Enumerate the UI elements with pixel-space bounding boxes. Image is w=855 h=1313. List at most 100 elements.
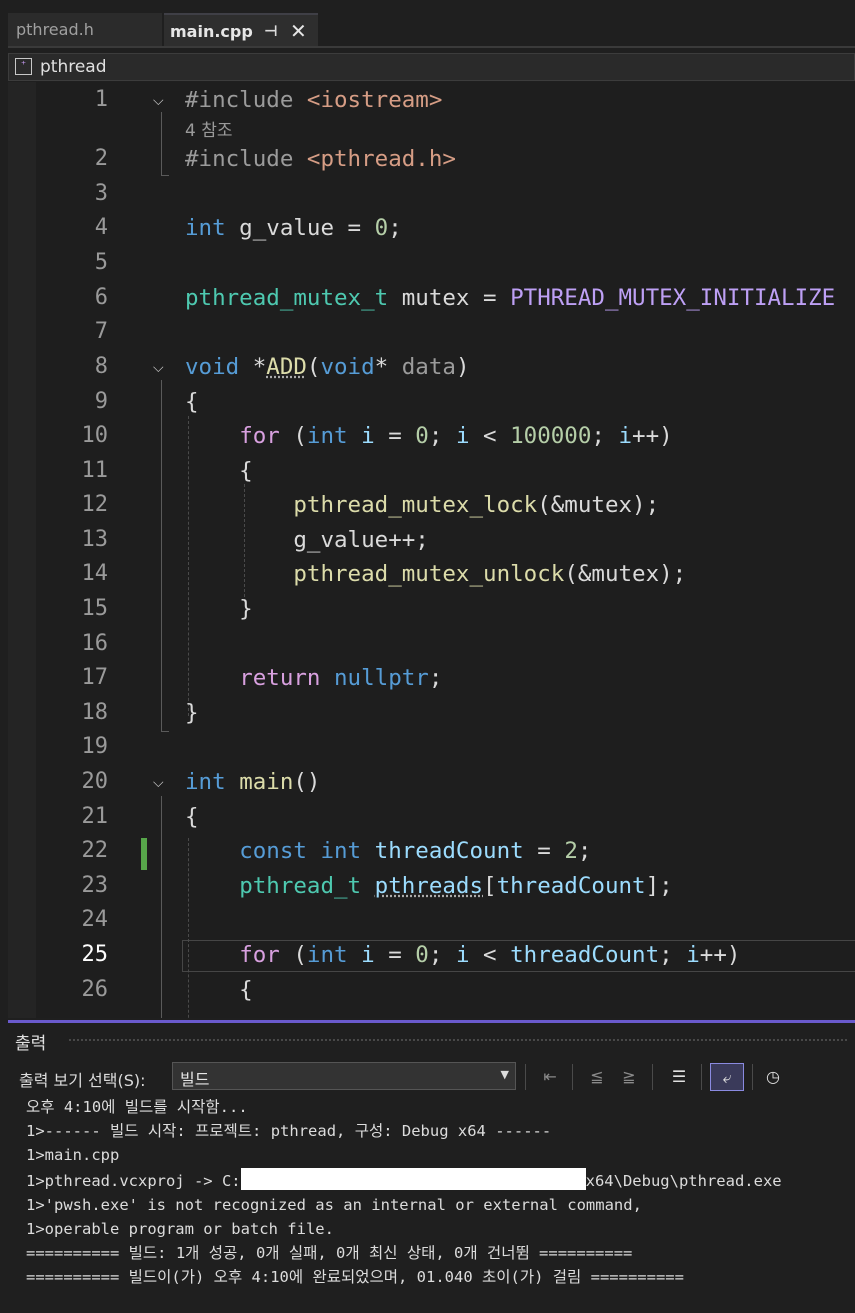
code-line-24[interactable]: 24	[8, 903, 855, 937]
code-line-5[interactable]: 5	[8, 246, 855, 280]
code-line-13[interactable]: 13 g_value++;	[8, 523, 855, 557]
code-text: pthread_mutex_lock(&mutex);	[293, 492, 660, 518]
history-icon[interactable]: ◷	[759, 1063, 787, 1091]
code-text: for (int i = 0; i < 100000; i++)	[239, 423, 673, 449]
line-number: 20	[81, 769, 109, 794]
code-text: return nullptr;	[239, 665, 443, 691]
line-number: 22	[81, 838, 109, 863]
output-source-select[interactable]: 빌드 ▼	[172, 1062, 516, 1090]
output-line: 1>'pwsh.exe' is not recognized as an int…	[26, 1195, 642, 1214]
project-name: pthread	[40, 57, 107, 77]
code-line-3[interactable]: 3	[8, 177, 855, 211]
line-number: 23	[81, 873, 109, 898]
code-line-16[interactable]: 16	[8, 627, 855, 661]
word-wrap-icon[interactable]: ⤶	[710, 1063, 744, 1091]
line-number: 16	[81, 631, 109, 656]
code-text: pthread_mutex_t mutex = PTHREAD_MUTEX_IN…	[185, 285, 836, 311]
line-number: 7	[94, 319, 108, 344]
output-line: ========== 빌드이(가) 오후 4:10에 완료되었으며, 01.04…	[26, 1268, 684, 1287]
tab-label: pthread.h	[16, 20, 94, 39]
code-text: #include <pthread.h>	[185, 146, 456, 172]
tab-bar: pthread.h main.cpp ⊣ ✕	[0, 0, 855, 46]
line-number: 2	[94, 146, 108, 171]
prev-message-icon[interactable]: ≦	[583, 1063, 611, 1091]
line-number: 3	[94, 181, 108, 206]
chevron-down-icon: ▼	[500, 1068, 509, 1081]
code-text: pthread_t pthreads[threadCount];	[239, 873, 673, 899]
code-text: pthread_mutex_unlock(&mutex);	[293, 561, 687, 587]
code-text: {	[185, 389, 199, 415]
tab-pthread-h[interactable]: pthread.h	[8, 13, 162, 46]
code-line-8[interactable]: 8 ⌵ void *ADD(void* data)	[8, 350, 855, 384]
line-number: 10	[81, 423, 109, 448]
code-line-7[interactable]: 7	[8, 315, 855, 349]
code-text: int g_value = 0;	[185, 215, 402, 241]
code-text: void *ADD(void* data)	[185, 354, 470, 380]
collapse-chevron-icon[interactable]: ⌵	[153, 775, 164, 791]
line-number: 6	[94, 285, 108, 310]
code-text: {	[185, 804, 199, 830]
tab-main-cpp[interactable]: main.cpp ⊣ ✕	[164, 13, 318, 46]
code-line-12[interactable]: 12 pthread_mutex_lock(&mutex);	[8, 488, 855, 522]
pane-drag-handle[interactable]	[68, 1038, 848, 1042]
redacted-path	[240, 1167, 586, 1190]
pin-icon[interactable]: ⊣	[264, 15, 278, 48]
collapse-chevron-icon[interactable]: ⌵	[153, 93, 164, 109]
code-line-22[interactable]: 22 const int threadCount = 2;	[8, 834, 855, 868]
code-line-6[interactable]: 6 pthread_mutex_t mutex = PTHREAD_MUTEX_…	[8, 281, 855, 315]
line-number: 9	[94, 389, 108, 414]
code-line-2[interactable]: 2 #include <pthread.h>	[8, 142, 855, 176]
code-line-18[interactable]: 18 }	[8, 696, 855, 730]
output-line: 1>main.cpp	[26, 1146, 120, 1165]
line-number: 8	[94, 354, 108, 379]
next-message-icon[interactable]: ≧	[615, 1063, 643, 1091]
code-text: int main()	[185, 769, 321, 795]
find-message-icon[interactable]: ⇤	[536, 1063, 564, 1091]
close-icon[interactable]: ✕	[290, 15, 307, 48]
codelens-references[interactable]: 4 참조	[185, 116, 233, 141]
project-navigation-bar[interactable]: ⁺ pthread	[8, 53, 855, 81]
tab-underline	[8, 46, 855, 48]
code-line-1[interactable]: 1 ⌵ #include <iostream> 4 참조	[8, 83, 855, 141]
line-number: 5	[94, 250, 108, 275]
code-line-11[interactable]: 11 {	[8, 454, 855, 488]
output-line: 오후 4:10에 빌드를 시작함...	[26, 1098, 248, 1116]
code-text: {	[185, 458, 253, 484]
code-line-9[interactable]: 9 {	[8, 385, 855, 419]
code-line-19[interactable]: 19	[8, 730, 855, 764]
output-source-label: 출력 보기 선택(S):	[19, 1071, 146, 1090]
output-pane-title: 출력	[15, 1034, 47, 1054]
code-line-21[interactable]: 21 {	[8, 800, 855, 834]
code-line-25[interactable]: 25 for (int i = 0; i < threadCount; i++)	[8, 938, 855, 972]
code-line-4[interactable]: 4 int g_value = 0;	[8, 211, 855, 245]
code-line-17[interactable]: 17 return nullptr;	[8, 661, 855, 695]
line-number: 14	[81, 561, 109, 586]
output-line: 1>operable program or batch file.	[26, 1220, 334, 1239]
line-number: 18	[81, 700, 109, 725]
output-line: 1>pthread.vcxproj -> C: x64\Debug\pthread…	[26, 1167, 851, 1193]
code-line-20[interactable]: 20 ⌵ int main()	[8, 765, 855, 799]
code-text: g_value++;	[185, 527, 429, 553]
line-number: 12	[81, 492, 109, 517]
toolbar-separator	[572, 1064, 573, 1090]
code-text: }	[185, 700, 199, 726]
code-line-14[interactable]: 14 pthread_mutex_unlock(&mutex);	[8, 557, 855, 591]
code-line-23[interactable]: 23 pthread_t pthreads[threadCount];	[8, 869, 855, 903]
line-number: 1	[94, 87, 108, 112]
collapse-chevron-icon[interactable]: ⌵	[153, 360, 164, 376]
code-line-15[interactable]: 15 }	[8, 592, 855, 626]
code-line-10[interactable]: 10 for (int i = 0; i < 100000; i++)	[8, 419, 855, 453]
line-number: 17	[81, 665, 109, 690]
output-toolbar: 출력 보기 선택(S): 빌드 ▼ ⇤ ≦ ≧ ☰ ⤶ ◷	[8, 1059, 855, 1095]
code-text: const int threadCount = 2;	[239, 838, 592, 864]
code-line-26[interactable]: 26 {	[8, 973, 855, 1007]
project-icon: ⁺	[15, 58, 32, 75]
code-editor[interactable]: 1 ⌵ #include <iostream> 4 참조 2 #include …	[8, 82, 855, 1018]
output-text[interactable]: 오후 4:10에 빌드를 시작함... 1>------ 빌드 시작: 프로젝트:…	[26, 1095, 851, 1290]
line-number: 24	[81, 907, 109, 932]
clear-all-icon[interactable]: ☰	[665, 1063, 693, 1091]
line-number: 15	[81, 596, 109, 621]
output-line: 1>------ 빌드 시작: 프로젝트: pthread, 구성: Debug…	[26, 1122, 552, 1141]
output-source-value: 빌드	[180, 1070, 210, 1089]
output-pane: 출력 출력 보기 선택(S): 빌드 ▼ ⇤ ≦ ≧ ☰ ⤶ ◷ 오후 4:10…	[8, 1023, 855, 1313]
